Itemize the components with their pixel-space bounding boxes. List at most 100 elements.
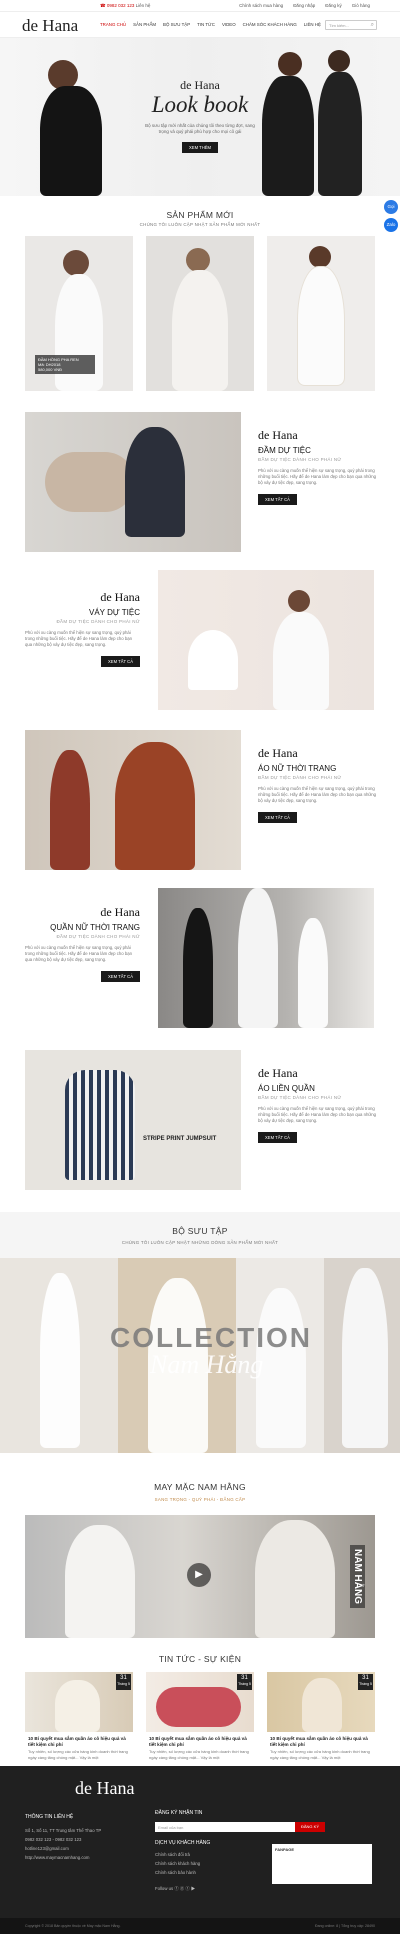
website[interactable]: http://www.maymacnamhang.com: [25, 1853, 145, 1862]
model-figure: [50, 750, 90, 870]
product-image: [63, 250, 89, 276]
follow-label: Follow us: [155, 1886, 174, 1891]
feature-image[interactable]: [25, 412, 241, 552]
news-card[interactable]: 31 Tháng 5 10 Bí quyết mua sắm quần áo cô…: [25, 1672, 133, 1772]
register-link[interactable]: Đăng ký: [325, 3, 342, 8]
search-input[interactable]: Tìm kiếm... ⌕: [325, 20, 377, 30]
table-decor: [188, 630, 238, 690]
service-link[interactable]: Chính sách bảo hành: [155, 1868, 200, 1877]
purchase-policy-link[interactable]: Chính sách mua hàng: [239, 3, 283, 8]
feature-image[interactable]: [158, 570, 374, 710]
news-month: Tháng 5: [117, 1682, 130, 1686]
news-image: 31 Tháng 5: [267, 1672, 375, 1732]
cart-link[interactable]: Giỏ hàng: [352, 3, 370, 8]
product-card[interactable]: ĐẦM HỒNG PHA REN Mã: DH2018 580,000 VNĐ: [25, 236, 133, 391]
product-image: [309, 246, 331, 268]
menu-item-collection[interactable]: BỘ SƯU TẬP: [163, 22, 190, 27]
video-subtitle: SANG TRỌNG - QUÝ PHÁI - ĐẲNG CẤP: [154, 1497, 246, 1502]
twitter-icon[interactable]: ⓣ: [185, 1886, 189, 1891]
model-figure: [302, 1678, 342, 1732]
menu-item-products[interactable]: SẢN PHẨM: [133, 22, 156, 27]
news-headline[interactable]: 10 Bí quyết mua sắm quần áo cô hiệu quả …: [270, 1736, 372, 1748]
feature-text: de Hana ĐẦM DỰ TIỆC ĐẦM DỰ TIỆC DÀNH CHO…: [258, 428, 378, 506]
menu-item-care[interactable]: CHĂM SÓC KHÁCH HÀNG: [243, 22, 297, 27]
model-figure: [255, 1520, 335, 1638]
collection-script: Nam Hằng: [150, 1350, 264, 1379]
feature-subtitle: ĐẦM DỰ TIỆC DÀNH CHO PHÁI NỮ: [258, 775, 342, 780]
newsletter-email-input[interactable]: Email của bạn: [155, 1822, 295, 1832]
service-link[interactable]: Chính sách khách hàng: [155, 1859, 200, 1868]
craft-decor: [156, 1687, 241, 1727]
product-price: 580,000 VNĐ: [38, 367, 63, 372]
feature-logo: de Hana: [100, 590, 140, 604]
footer: de Hana THÔNG TIN LIÊN HỆ Số 1, Số 11, T…: [0, 1766, 400, 1934]
news-date: 31 Tháng 5: [358, 1674, 373, 1690]
feature-subtitle: ĐẦM DỰ TIỆC DÀNH CHO PHÁI NỮ: [258, 457, 342, 462]
news-headline[interactable]: 10 Bí quyết mua sắm quần áo cô hiệu quả …: [149, 1736, 251, 1748]
feature-text: de Hana QUẦN NỮ THỜI TRANG ĐẦM DỰ TIỆC D…: [25, 905, 140, 983]
news-headline[interactable]: 10 Bí quyết mua sắm quần áo cô hiệu quả …: [28, 1736, 130, 1748]
search-placeholder: Tìm kiếm...: [329, 23, 349, 28]
newsletter-subscribe-button[interactable]: ĐĂNG KÝ: [295, 1822, 325, 1832]
feature-image[interactable]: STRIPE PRINT JUMPSUIT: [25, 1050, 241, 1190]
search-icon[interactable]: ⌕: [371, 22, 374, 29]
view-all-button[interactable]: XEM TẤT CẢ: [101, 971, 140, 982]
email[interactable]: hotline123@gmail.com: [25, 1844, 145, 1853]
feature-logo: de Hana: [258, 746, 298, 760]
youtube-icon[interactable]: ▶: [191, 1886, 195, 1891]
product-card[interactable]: [267, 236, 375, 391]
product-image: [172, 270, 228, 391]
hotline[interactable]: 0982 032 123: [107, 3, 135, 8]
hero-more-button[interactable]: XEM THÊM: [181, 142, 219, 153]
view-all-button[interactable]: XEM TẤT CẢ: [258, 812, 297, 823]
menu-item-contact[interactable]: LIÊN HỆ: [304, 22, 321, 27]
menu-item-home[interactable]: TRANG CHỦ: [100, 22, 126, 27]
news-card[interactable]: 31 Tháng 5 10 Bí quyết mua sắm quần áo cô…: [146, 1672, 254, 1772]
main-header: de Hana TRANG CHỦ SẢN PHẨM BỘ SƯU TẬP TI…: [0, 12, 400, 38]
feature-subtitle: ĐẦM DỰ TIỆC DÀNH CHO PHÁI NỮ: [56, 619, 140, 624]
newsletter-title: ĐĂNG KÝ NHẬN TIN: [155, 1810, 203, 1816]
video-player[interactable]: ▶ NAM HẰNG: [25, 1515, 375, 1638]
facebook-icon[interactable]: ⓕ: [174, 1886, 178, 1891]
news-title: TIN TỨC - SỰ KIỆN: [158, 1654, 242, 1664]
hero-description: Bộ sưu tập mới nhất của chúng tôi theo t…: [145, 123, 255, 134]
news-date: 31 Tháng 5: [237, 1674, 252, 1690]
contact-title: THÔNG TIN LIÊN HỆ: [25, 1814, 74, 1820]
view-all-button[interactable]: XEM TẤT CẢ: [258, 494, 297, 505]
collection-panel: [0, 1258, 118, 1453]
google-icon[interactable]: ⓖ: [180, 1886, 184, 1891]
visitor-stats: Đang online: 8 | Tổng truy cập: 28490: [314, 1924, 375, 1928]
contact-list: Số 1, Số 11, TT Trung tâm Thể Thao TP 09…: [25, 1826, 145, 1862]
site-logo[interactable]: de Hana: [22, 16, 78, 36]
news-day: 31: [241, 1675, 248, 1681]
play-icon[interactable]: ▶: [187, 1563, 211, 1587]
feature-description: Phù với xu càng muốn thể hiện sự sang tr…: [258, 1106, 377, 1123]
facebook-page-widget[interactable]: FANPAGE: [272, 1844, 372, 1884]
news-excerpt: Tuy nhiên, số lượng các cửa hàng kinh do…: [149, 1749, 249, 1760]
collection-banner[interactable]: COLLECTION Nam Hằng: [0, 1258, 400, 1453]
product-card[interactable]: [146, 236, 254, 391]
view-all-button[interactable]: XEM TẤT CẢ: [101, 656, 140, 667]
login-link[interactable]: Đăng nhập: [293, 3, 315, 8]
news-day: 31: [362, 1675, 369, 1681]
top-bar: ☎ 0982 032 123 Liên hệ Chính sách mua hà…: [0, 0, 400, 12]
feature-image[interactable]: [25, 730, 241, 870]
service-link[interactable]: Chính sách đổi trả: [155, 1850, 200, 1859]
phone-icon: ☎: [100, 3, 107, 8]
view-all-button[interactable]: XEM TẤT CẢ: [258, 1132, 297, 1143]
feature-image[interactable]: [158, 888, 374, 1028]
service-title: DỊCH VỤ KHÁCH HÀNG: [155, 1840, 211, 1846]
phone[interactable]: 0982 032 123 - 0982 032 123: [25, 1835, 145, 1844]
product-image: [297, 266, 345, 386]
model-figure: [40, 86, 102, 196]
model-figure: [318, 72, 362, 196]
feature-text: de Hana ÁO LIỀN QUẦN ĐẦM DỰ TIỆC DÀNH CH…: [258, 1066, 378, 1144]
footer-logo[interactable]: de Hana: [75, 1778, 134, 1799]
menu-item-video[interactable]: VIDEO: [222, 22, 236, 27]
model-figure: [40, 1273, 80, 1448]
news-card[interactable]: 31 Tháng 5 10 Bí quyết mua sắm quần áo cô…: [267, 1672, 375, 1772]
menu-item-news[interactable]: TIN TỨC: [197, 22, 215, 27]
news-image: 31 Tháng 5: [146, 1672, 254, 1732]
news-month: Tháng 5: [238, 1682, 251, 1686]
model-head: [328, 50, 350, 72]
